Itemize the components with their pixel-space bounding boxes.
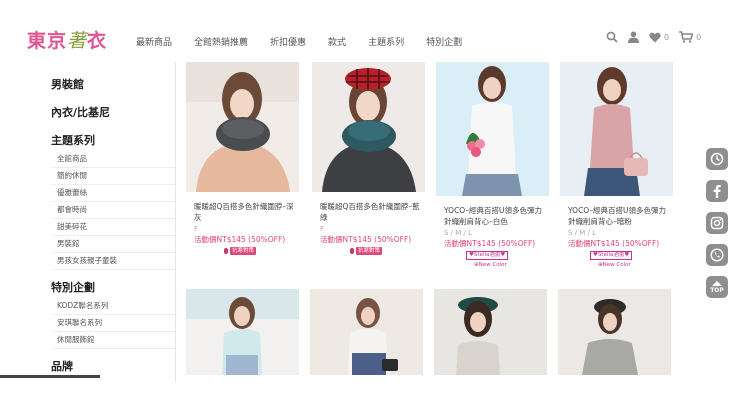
main-nav: 最新商品 全館熱銷推薦 折扣優惠 款式 主題系列 特別企劃 — [136, 35, 484, 48]
new-color-badge: ⊕New Color — [598, 262, 631, 268]
promo-tag: 抗寒對策 — [230, 247, 257, 255]
sidebar-heading-mens[interactable]: 男裝館 — [0, 76, 175, 92]
product-image[interactable] — [310, 289, 423, 375]
product-price: 活動價NT$145 (50%OFF) — [568, 239, 660, 248]
product-name[interactable]: 暖暖超Q百搭多色針織圍脖–深灰 — [186, 201, 299, 223]
clock-icon — [710, 152, 724, 166]
new-color-badge: ⊕New Color — [474, 262, 507, 268]
sidebar-item-angel[interactable]: 安琪聯名系列 — [51, 315, 175, 332]
sidebar-item-floral[interactable]: 甜美碎花 — [51, 219, 175, 236]
product-card[interactable]: 暖暖超Q百搭多色針織圍脖–深灰 F 活動價NT$145 (50%OFF) 抗寒對… — [186, 62, 299, 255]
product-card[interactable]: YOCO–經典百搭U領多色彈力針織削肩背心–暗粉 S / M / L 活動價NT… — [560, 62, 673, 268]
sidebar-item-mens[interactable]: 男裝館 — [51, 236, 175, 253]
product-price: 活動價NT$145 (50%OFF) — [320, 235, 412, 244]
product-price: 活動價NT$145 (50%OFF) — [194, 235, 286, 244]
product-card[interactable]: 暖暖超Q百搭多色針織圍脖–藍綠 F 活動價NT$145 (50%OFF) 抗寒對… — [312, 62, 425, 255]
product-image[interactable] — [312, 62, 425, 192]
promo-tag: 抗寒對策 — [356, 247, 383, 255]
product-image[interactable] — [434, 289, 547, 375]
cart-button[interactable]: 0 — [679, 31, 701, 43]
sidebar-item-urban[interactable]: 都會時尚 — [51, 202, 175, 219]
product-sizes: S / M / L — [568, 229, 596, 237]
promo-tag: ♥Stella酒蕾♥ — [590, 251, 633, 260]
facebook-button[interactable] — [706, 180, 728, 202]
sidebar-item-all[interactable]: 全館商品 — [51, 151, 175, 168]
site-logo[interactable]: 東京著衣 — [27, 26, 107, 53]
product-name[interactable]: YOCO–經典百搭U領多色彈力針織削肩背心–白色 — [436, 205, 549, 227]
lipstick-icon — [350, 248, 354, 254]
wishlist-count: 0 — [664, 32, 670, 42]
scroll-indicator — [0, 375, 100, 378]
product-image[interactable] — [558, 289, 671, 375]
back-to-top-label: TOP — [710, 286, 724, 294]
lipstick-icon — [224, 248, 228, 254]
product-card[interactable]: YOCO–經典百搭U領多色彈力針織削肩背心–白色 S / M / L 活動價NT… — [436, 62, 549, 268]
product-sizes: F — [320, 225, 325, 233]
nav-item-new[interactable]: 最新商品 — [136, 35, 172, 48]
search-icon[interactable] — [606, 31, 618, 43]
site-header: 東京著衣 最新商品 全館熱銷推薦 折扣優惠 款式 主題系列 特別企劃 0 0 — [0, 0, 750, 62]
product-name[interactable]: YOCO–經典百搭U領多色彈力針織削肩背心–暗粉 — [560, 205, 673, 227]
sidebar-heading-themes[interactable]: 主題系列 — [0, 132, 175, 148]
product-image[interactable] — [436, 62, 549, 196]
sidebar-heading-lingerie[interactable]: 內衣/比基尼 — [0, 104, 175, 120]
promo-tag: ♥Stella酒蕾♥ — [466, 251, 509, 260]
line-button[interactable] — [706, 244, 728, 266]
product-card[interactable] — [558, 289, 671, 375]
nav-item-themes[interactable]: 主題系列 — [368, 35, 404, 48]
arrow-up-icon — [712, 280, 722, 286]
nav-item-discounts[interactable]: 折扣優惠 — [270, 35, 306, 48]
floating-toolbar: TOP — [706, 148, 728, 308]
instagram-button[interactable] — [706, 212, 728, 234]
product-sizes: S / M / L — [444, 229, 472, 237]
product-image[interactable] — [560, 62, 673, 196]
nav-item-styles[interactable]: 款式 — [328, 35, 346, 48]
sidebar-item-casual[interactable]: 簡約休閒 — [51, 168, 175, 185]
product-card[interactable] — [434, 289, 547, 375]
sidebar-item-leisure[interactable]: 休閒服飾館 — [51, 332, 175, 349]
user-icon[interactable] — [628, 31, 639, 43]
sidebar-heading-brands[interactable]: 品牌 — [0, 358, 175, 374]
product-price: 活動價NT$145 (50%OFF) — [444, 239, 536, 248]
product-card[interactable] — [310, 289, 423, 375]
facebook-icon — [713, 185, 721, 198]
heart-icon — [649, 32, 661, 42]
product-card[interactable] — [186, 289, 299, 375]
back-to-top-button[interactable]: TOP — [706, 276, 728, 298]
cart-count: 0 — [696, 32, 702, 42]
product-sizes: F — [194, 225, 199, 233]
phone-chat-icon — [710, 248, 724, 262]
product-image[interactable] — [186, 62, 299, 192]
instagram-icon — [710, 216, 724, 230]
sidebar-heading-specials[interactable]: 特別企劃 — [0, 279, 175, 295]
cart-icon — [679, 31, 694, 43]
product-name[interactable]: 暖暖超Q百搭多色針織圍脖–藍綠 — [312, 201, 425, 223]
sidebar-item-kids[interactable]: 男孩女孩親子童裝 — [51, 253, 175, 270]
header-tools: 0 0 — [606, 31, 711, 43]
history-button[interactable] — [706, 148, 728, 170]
category-sidebar: 男裝館 內衣/比基尼 主題系列 全館商品 簡約休閒 優雅蕾絲 都會時尚 甜美碎花… — [0, 62, 176, 382]
sidebar-item-lace[interactable]: 優雅蕾絲 — [51, 185, 175, 202]
wishlist-button[interactable]: 0 — [649, 32, 669, 43]
product-image[interactable] — [186, 289, 299, 375]
sidebar-item-kodz[interactable]: KODZ聯名系列 — [51, 298, 175, 315]
nav-item-bestsellers[interactable]: 全館熱銷推薦 — [194, 35, 248, 48]
nav-item-specials[interactable]: 特別企劃 — [426, 35, 462, 48]
